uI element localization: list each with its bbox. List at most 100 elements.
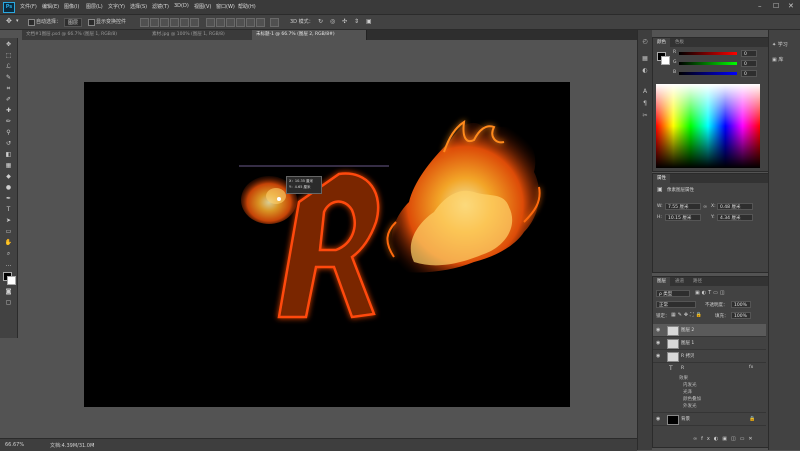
eye-icon[interactable]: ◉ — [656, 416, 660, 422]
distribute-bottom-icon[interactable] — [226, 18, 235, 27]
eyedropper-tool-icon[interactable]: ✐ — [4, 96, 13, 104]
tools-settings-icon[interactable]: ✂ — [641, 112, 649, 120]
history-panel-icon[interactable]: ◴ — [641, 38, 649, 46]
healing-tool-icon[interactable]: ✚ — [4, 107, 13, 115]
screen-mode-icon[interactable]: ▢ — [4, 299, 13, 307]
move-tool-icon[interactable]: ✥ — [6, 17, 12, 25]
effect-outer-glow[interactable]: 外发光 — [683, 403, 697, 409]
layer-filter-icons[interactable]: ▣◐T▭◫ — [695, 290, 727, 296]
paragraph-panel-icon[interactable]: ¶ — [641, 100, 649, 108]
zoom-level[interactable]: 66.67% — [5, 442, 24, 448]
menu-type[interactable]: 文字(Y) — [108, 3, 125, 10]
menu-help[interactable]: 帮助(H) — [238, 3, 256, 10]
blur-tool-icon[interactable]: ◆ — [4, 173, 13, 181]
layer-row-background[interactable]: ◉ 背景 🔒 — [653, 412, 766, 426]
distribute-right-icon[interactable] — [256, 18, 265, 27]
distribute-hcenter-icon[interactable] — [246, 18, 255, 27]
blue-value[interactable]: 0 — [741, 70, 757, 77]
tab-document-1[interactable]: 文档#1图层.psd @ 66.7% (图层 1, RGB/8) — [22, 30, 149, 40]
distribute-left-icon[interactable] — [236, 18, 245, 27]
3d-slide-icon[interactable]: ⇕ — [354, 18, 359, 25]
auto-select-target-dropdown[interactable]: 图层 — [64, 18, 83, 27]
path-select-tool-icon[interactable]: ➤ — [4, 217, 13, 225]
opacity-field[interactable]: 100% — [731, 301, 751, 308]
align-vcenter-icon[interactable] — [150, 18, 159, 27]
align-right-icon[interactable] — [190, 18, 199, 27]
type-tool-icon[interactable]: T — [4, 206, 13, 214]
eye-icon[interactable]: ◉ — [656, 353, 660, 359]
menu-file[interactable]: 文件(F) — [20, 3, 37, 10]
align-left-icon[interactable] — [170, 18, 179, 27]
gradient-tool-icon[interactable]: ▦ — [4, 162, 13, 170]
align-bottom-icon[interactable] — [160, 18, 169, 27]
layer-row-layer-1[interactable]: ◉ 图层 1 — [653, 337, 766, 350]
menu-view[interactable]: 视图(V) — [194, 3, 211, 10]
swatches-panel-icon[interactable]: ▦ — [641, 55, 649, 63]
tab-color[interactable]: 颜色 — [653, 38, 670, 47]
red-value[interactable]: 0 — [741, 50, 757, 57]
3d-rotate-icon[interactable]: ↻ — [318, 18, 323, 25]
show-transform-checkbox[interactable] — [88, 19, 95, 26]
lasso-tool-icon[interactable]: ℒ — [4, 63, 13, 71]
minimize-icon[interactable]: – — [758, 2, 762, 10]
canvas[interactable]: X：10.35 厘米 Y：4.65 厘米 — [84, 82, 570, 407]
maximize-icon[interactable]: ☐ — [773, 2, 779, 10]
fx-badge[interactable]: fx — [749, 365, 753, 370]
green-value[interactable]: 0 — [741, 60, 757, 67]
layer-bottom-icons[interactable]: ∞fx◐▣◫▭✕ — [693, 436, 757, 442]
effect-color-overlay[interactable]: 颜色叠加 — [683, 396, 701, 402]
layer-row-r-copy[interactable]: ◉ R 拷贝 — [653, 350, 766, 363]
quick-select-tool-icon[interactable]: ✎ — [4, 74, 13, 82]
menu-window[interactable]: 窗口(W) — [216, 3, 235, 10]
background-color-swatch[interactable] — [7, 276, 16, 285]
eraser-tool-icon[interactable]: ◧ — [4, 151, 13, 159]
tab-channels[interactable]: 通道 — [671, 277, 688, 286]
dodge-tool-icon[interactable]: ● — [4, 184, 13, 192]
green-slider[interactable] — [679, 62, 737, 65]
learn-item[interactable]: ✦ 学习 — [772, 41, 788, 48]
marquee-tool-icon[interactable]: ⬚ — [4, 52, 13, 60]
effects-header[interactable]: 效果 — [679, 375, 688, 381]
tab-layers[interactable]: 图层 — [653, 277, 670, 286]
eye-icon[interactable]: ◉ — [656, 327, 660, 333]
fill-field[interactable]: 100% — [731, 312, 751, 319]
red-slider[interactable] — [679, 52, 737, 55]
blend-mode-dropdown[interactable]: 正常 — [656, 301, 696, 308]
y-field[interactable]: 4.34 厘米 — [717, 214, 753, 221]
layer-row-text-r[interactable]: T R fx — [653, 363, 766, 374]
tab-document-2[interactable]: 素材.jpg @ 100% (图层 1, RGB/8) — [148, 30, 253, 40]
crop-tool-icon[interactable]: ⌗ — [4, 85, 13, 93]
distribute-vcenter-icon[interactable] — [216, 18, 225, 27]
status-arrow-icon[interactable]: › — [92, 441, 94, 448]
x-field[interactable]: 0.48 厘米 — [717, 203, 753, 210]
quick-mask-icon[interactable]: ◙ — [4, 288, 13, 296]
lock-icons[interactable]: ▦✎✥⛶🔒 — [671, 312, 704, 318]
library-item[interactable]: ▣ 库 — [772, 56, 783, 63]
tab-swatches[interactable]: 色板 — [671, 38, 688, 47]
close-icon[interactable]: ✕ — [788, 2, 794, 10]
stamp-tool-icon[interactable]: ⚲ — [4, 129, 13, 137]
more-tools-icon[interactable]: … — [4, 261, 13, 269]
menu-layer[interactable]: 图层(L) — [86, 3, 103, 10]
3d-pan-icon[interactable]: ✣ — [342, 18, 347, 25]
eye-icon[interactable]: ◉ — [656, 340, 660, 346]
shape-tool-icon[interactable]: ▭ — [4, 228, 13, 236]
menu-edit[interactable]: 编辑(E) — [42, 3, 59, 10]
menu-image[interactable]: 图像(I) — [64, 3, 79, 10]
tab-paths[interactable]: 路径 — [689, 277, 706, 286]
auto-align-icon[interactable] — [270, 18, 279, 27]
brush-tool-icon[interactable]: ✏ — [4, 118, 13, 126]
effect-inner-glow[interactable]: 内发光 — [683, 382, 697, 388]
adjust-panel-icon[interactable]: ◐ — [641, 67, 649, 75]
tab-properties[interactable]: 属性 — [653, 174, 670, 183]
align-hcenter-icon[interactable] — [180, 18, 189, 27]
3d-scale-icon[interactable]: ▣ — [366, 18, 372, 25]
hand-tool-icon[interactable]: ✋ — [4, 239, 13, 247]
color-bg-swatch[interactable] — [661, 56, 670, 65]
tab-document-3[interactable]: 未标题-1 @ 66.7% (图层 2, RGB/8#) — [252, 30, 367, 40]
effect-satin[interactable]: 光泽 — [683, 389, 692, 395]
character-panel-icon[interactable]: A — [641, 88, 649, 96]
w-field[interactable]: 7.55 厘米 — [665, 203, 701, 210]
move-tool-icon[interactable]: ✥ — [4, 41, 13, 49]
blue-slider[interactable] — [679, 72, 737, 75]
